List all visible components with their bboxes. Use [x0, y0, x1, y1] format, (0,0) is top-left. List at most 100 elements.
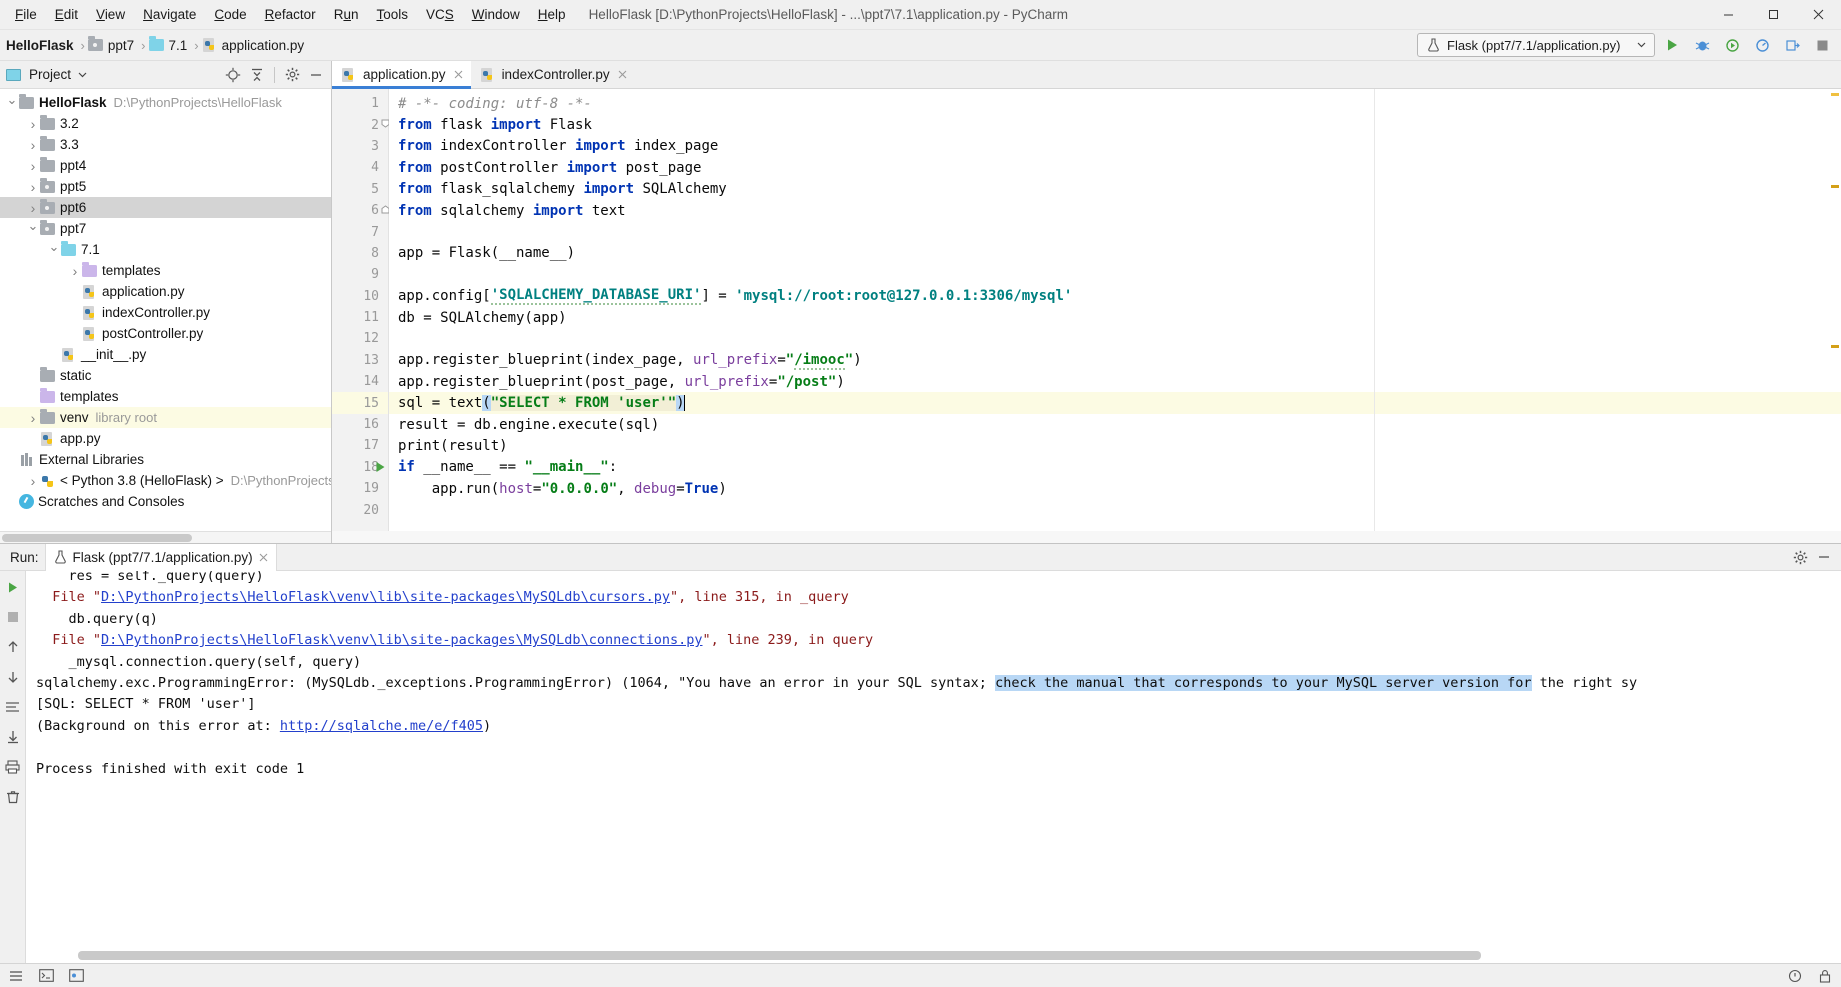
tree-item-7-1[interactable]: 7.1 — [0, 239, 331, 260]
editor-scroll-markers[interactable] — [1829, 89, 1841, 531]
breadcrumb-item-ppt7[interactable]: ppt7 — [87, 36, 138, 53]
menu-run[interactable]: Run — [325, 3, 368, 26]
code-line[interactable]: app.config['SQLALCHEMY_DATABASE_URI'] = … — [389, 286, 1841, 307]
tree-item-ppt4[interactable]: ppt4 — [0, 155, 331, 176]
tree-item-app-py[interactable]: app.py — [0, 428, 331, 449]
tree-item-ppt6[interactable]: ppt6 — [0, 197, 331, 218]
close-icon[interactable] — [259, 553, 268, 562]
maximize-icon[interactable] — [1751, 0, 1796, 30]
editor-gutter[interactable]: 1 2 3 4 5 6 7 8 9 10 11 12 13 14 15 16 17 18 19 20 — [332, 89, 390, 531]
python-console-icon[interactable] — [68, 968, 84, 984]
code-line[interactable]: db = SQLAlchemy(app) — [389, 307, 1841, 328]
breadcrumb-item-file[interactable]: application.py — [202, 37, 309, 53]
scroll-to-end-icon[interactable] — [2, 727, 24, 747]
project-tree[interactable]: HelloFlask D:\PythonProjects\HelloFlask 3.… — [0, 89, 331, 531]
breadcrumb-item-71[interactable]: 7.1 — [148, 36, 192, 53]
chevron-right-icon[interactable] — [26, 116, 40, 132]
code-line[interactable]: from indexController import index_page — [389, 136, 1841, 157]
menu-navigate[interactable]: Navigate — [134, 3, 205, 26]
run-button[interactable] — [1659, 33, 1685, 57]
code-line[interactable]: if __name__ == "__main__": — [389, 457, 1841, 478]
event-log-icon[interactable] — [1787, 968, 1803, 984]
hide-panel-icon[interactable] — [1813, 546, 1835, 568]
print-icon[interactable] — [2, 757, 24, 777]
chevron-down-icon[interactable] — [5, 95, 19, 111]
menu-tools[interactable]: Tools — [367, 3, 417, 26]
menu-file[interactable]: FFileile — [6, 3, 46, 26]
clear-all-icon[interactable] — [2, 787, 24, 807]
tree-item-external-libraries[interactable]: External Libraries — [0, 449, 331, 470]
code-line[interactable]: sql = text("SELECT * FROM 'user'") — [389, 392, 1841, 414]
chevron-down-icon[interactable] — [78, 72, 87, 78]
menu-vcs[interactable]: VCS — [417, 3, 463, 26]
chevron-down-icon[interactable] — [1637, 42, 1646, 48]
tree-item-helloflask[interactable]: HelloFlask D:\PythonProjects\HelloFlask — [0, 92, 331, 113]
console-file-link[interactable]: D:\PythonProjects\HelloFlask\venv\lib\si… — [101, 632, 702, 648]
settings-gear-icon[interactable] — [281, 64, 303, 86]
code-line[interactable]: from sqlalchemy import text — [389, 200, 1841, 221]
code-line[interactable]: app.register_blueprint(index_page, url_p… — [389, 350, 1841, 371]
code-line[interactable]: print(result) — [389, 435, 1841, 456]
tree-item-3-2[interactable]: 3.2 — [0, 113, 331, 134]
profile-button[interactable] — [1749, 33, 1775, 57]
tree-item-templates[interactable]: templates — [0, 260, 331, 281]
run-console-output[interactable]: res = self._query(query) File "D:\Python… — [26, 571, 1841, 780]
close-icon[interactable] — [1796, 0, 1841, 30]
console-url-link[interactable]: http://sqlalche.me/e/f405 — [280, 718, 483, 734]
tree-item-postcontroller-py[interactable]: postController.py — [0, 323, 331, 344]
code-line[interactable] — [389, 328, 1841, 349]
code-line[interactable] — [389, 499, 1841, 520]
code-line[interactable]: app.register_blueprint(post_page, url_pr… — [389, 371, 1841, 392]
tree-item-ppt7[interactable]: ppt7 — [0, 218, 331, 239]
tree-item-scratches-and-consoles[interactable]: Scratches and Consoles — [0, 491, 331, 512]
chevron-right-icon[interactable] — [26, 473, 40, 489]
code-line[interactable] — [389, 264, 1841, 285]
down-arrow-icon[interactable] — [2, 667, 24, 687]
menu-window[interactable]: Window — [463, 3, 529, 26]
run-coverage-button[interactable] — [1719, 33, 1745, 57]
close-icon[interactable] — [454, 70, 463, 79]
menu-edit[interactable]: Edit — [46, 3, 87, 26]
attach-process-button[interactable] — [1779, 33, 1805, 57]
run-gutter-icon[interactable] — [375, 461, 386, 473]
rerun-icon[interactable] — [2, 577, 24, 597]
chevron-right-icon[interactable] — [26, 179, 40, 195]
code-area[interactable]: # -*- coding: utf-8 -*- from flask import… — [389, 89, 1841, 531]
soft-wrap-icon[interactable] — [2, 697, 24, 717]
menu-code[interactable]: Code — [205, 3, 255, 26]
chevron-down-icon[interactable] — [47, 242, 61, 258]
terminal-icon[interactable] — [38, 968, 54, 984]
scrollbar-thumb[interactable] — [2, 534, 192, 542]
lock-icon[interactable] — [1817, 968, 1833, 984]
code-line[interactable]: app.run(host = "0.0.0.0", debug = True) — [389, 478, 1841, 499]
close-icon[interactable] — [618, 70, 627, 79]
tab-application-py[interactable]: application.py — [332, 61, 471, 89]
code-line[interactable]: from postController import post_page — [389, 157, 1841, 178]
tab-indexcontroller-py[interactable]: indexController.py — [470, 61, 635, 88]
tree-item-application-py[interactable]: application.py — [0, 281, 331, 302]
console-hscrollbar[interactable] — [78, 951, 1481, 960]
collapse-all-icon[interactable] — [246, 64, 268, 86]
minimize-icon[interactable] — [1706, 0, 1751, 30]
menu-view[interactable]: View — [87, 3, 134, 26]
debug-button[interactable] — [1689, 33, 1715, 57]
code-line[interactable]: # -*- coding: utf-8 -*- — [389, 93, 1841, 114]
console-file-link[interactable]: D:\PythonProjects\HelloFlask\venv\lib\si… — [101, 589, 670, 605]
tree-item-ppt5[interactable]: ppt5 — [0, 176, 331, 197]
up-arrow-icon[interactable] — [2, 637, 24, 657]
tree-item-venv[interactable]: venv library root — [0, 407, 331, 428]
menu-refactor[interactable]: Refactor — [256, 3, 325, 26]
chevron-down-icon[interactable] — [26, 221, 40, 237]
tree-item-init-py[interactable]: __init__.py — [0, 344, 331, 365]
project-panel-hscrollbar[interactable] — [0, 531, 331, 543]
tree-item-indexcontroller-py[interactable]: indexController.py — [0, 302, 331, 323]
tree-item-3-3[interactable]: 3.3 — [0, 134, 331, 155]
code-line[interactable] — [389, 221, 1841, 242]
menu-help[interactable]: Help — [529, 3, 575, 26]
tree-item-static[interactable]: static — [0, 365, 331, 386]
chevron-right-icon[interactable] — [26, 158, 40, 174]
stop-icon[interactable] — [2, 607, 24, 627]
stop-button[interactable] — [1809, 33, 1835, 57]
code-line[interactable]: result = db.engine.execute(sql) — [389, 414, 1841, 435]
code-line[interactable]: from flask_sqlalchemy import SQLAlchemy — [389, 179, 1841, 200]
